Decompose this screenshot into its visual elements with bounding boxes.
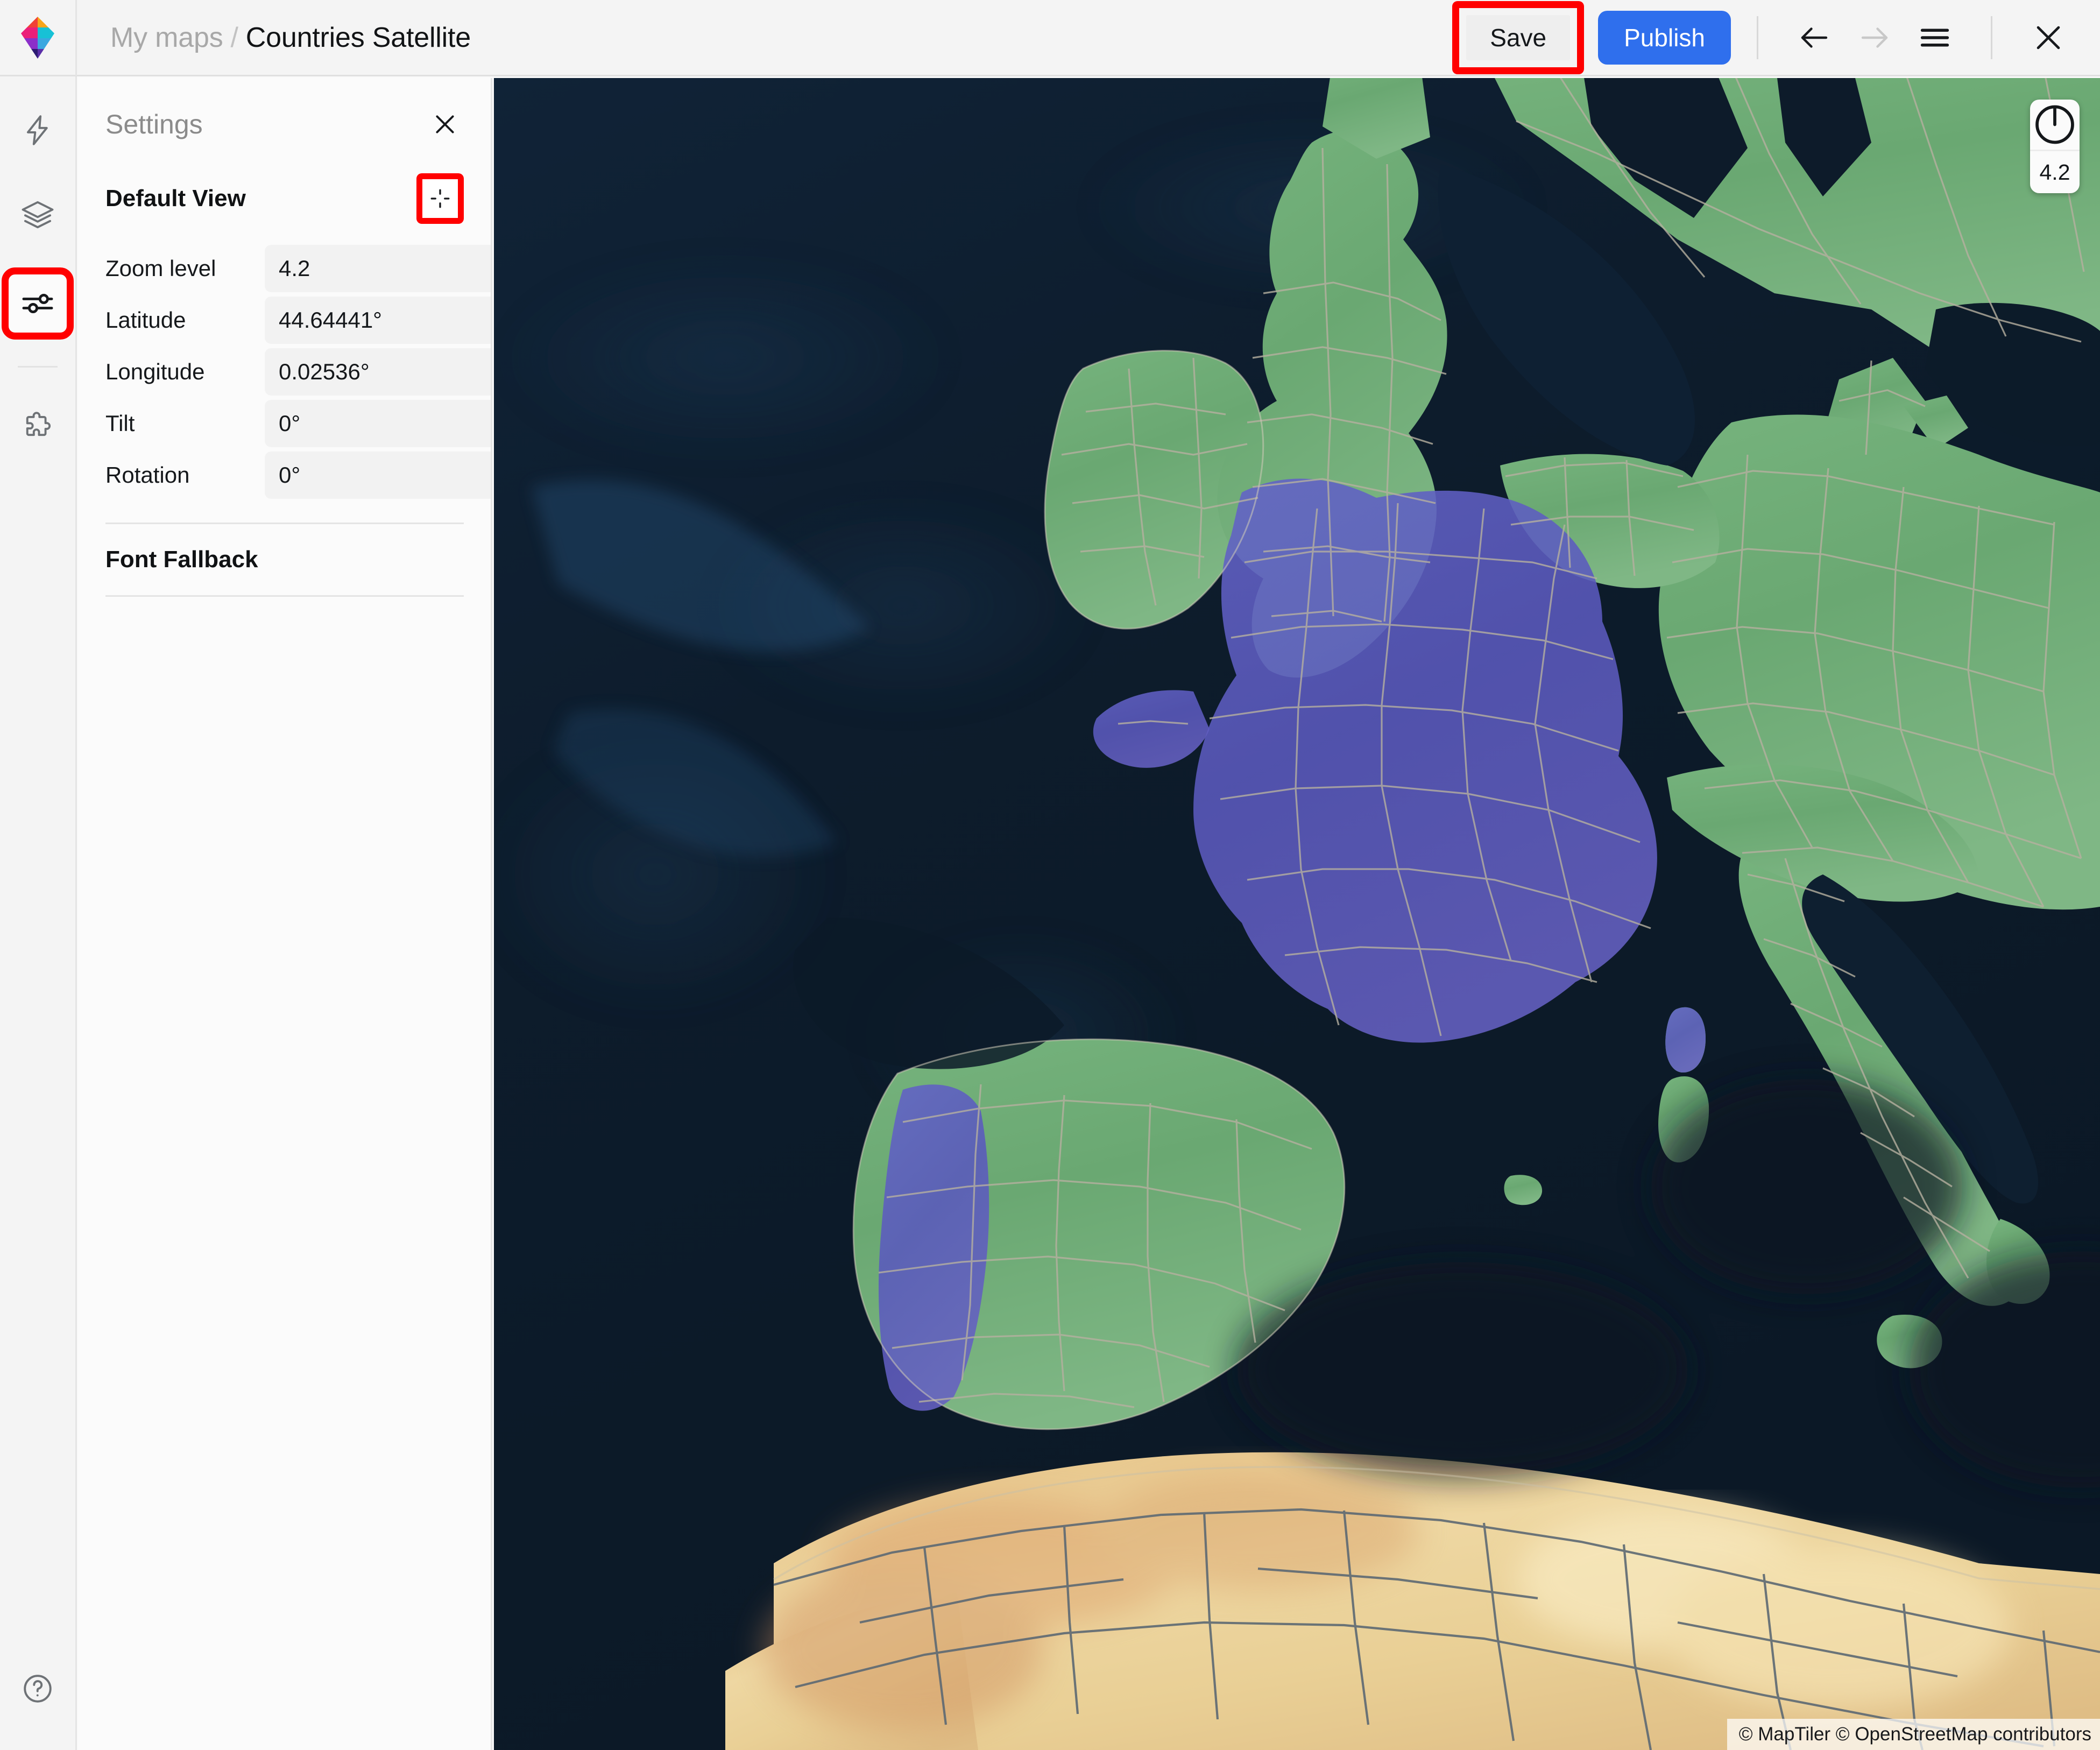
default-view-fields: Zoom level Latitude Longitude Tilt Rotat…	[79, 245, 491, 499]
header-actions: Save Publish	[1452, 0, 2100, 76]
maptiler-pin-logo-icon	[21, 16, 54, 59]
default-view-section-header: Default View	[79, 173, 491, 224]
page-title: Settings	[105, 109, 203, 139]
left-toolbar-rail	[0, 76, 77, 1750]
font-fallback-section[interactable]: Font Fallback	[79, 524, 491, 595]
close-editor-button[interactable]	[2018, 8, 2078, 68]
lightning-bolt-icon	[26, 115, 48, 145]
forward-button[interactable]	[1844, 8, 1905, 68]
settings-panel-header: Settings	[79, 78, 491, 143]
close-panel-button[interactable]	[426, 105, 464, 143]
field-latitude: Latitude	[105, 297, 491, 344]
back-button[interactable]	[1784, 8, 1844, 68]
compass-button[interactable]	[2030, 100, 2080, 151]
rotation-input[interactable]	[265, 451, 491, 499]
save-button-highlight: Save	[1452, 1, 1585, 74]
font-fallback-label: Font Fallback	[105, 546, 258, 573]
sidebar-item-settings[interactable]	[2, 267, 74, 340]
tilt-label: Tilt	[105, 411, 135, 436]
help-circle-icon	[24, 1675, 52, 1703]
map-zoom-widget: 4.2	[2030, 100, 2080, 193]
compass-needle-icon	[2035, 105, 2074, 144]
sidebar-item-plugins[interactable]	[9, 399, 67, 457]
map-canvas[interactable]: 4.2 © MapTiler © OpenStreetMap contribut…	[494, 78, 2100, 1750]
map-attribution[interactable]: © MapTiler © OpenStreetMap contributors	[1727, 1718, 2100, 1750]
close-icon	[436, 115, 454, 133]
longitude-label: Longitude	[105, 359, 205, 384]
puzzle-piece-icon	[26, 412, 51, 436]
breadcrumb-separator: /	[230, 22, 238, 53]
rail-divider	[18, 366, 58, 368]
latitude-label: Latitude	[105, 307, 186, 333]
app-logo[interactable]	[0, 0, 77, 76]
publish-button[interactable]: Publish	[1598, 10, 1731, 65]
app-header: My maps / Countries Satellite Save Publi…	[0, 0, 2100, 76]
hamburger-menu-icon	[1920, 29, 1949, 46]
breadcrumb-current: Countries Satellite	[245, 22, 471, 53]
header-divider-2	[1991, 16, 1992, 59]
map-render	[494, 78, 2100, 1750]
field-longitude: Longitude	[105, 348, 491, 396]
layers-icon	[22, 201, 54, 229]
field-rotation: Rotation	[105, 451, 491, 499]
close-icon	[2037, 26, 2060, 49]
arrow-right-icon	[1861, 27, 1888, 48]
default-view-label: Default View	[105, 185, 246, 211]
settings-panel: Settings Default View Zoom level Latit	[79, 78, 492, 1750]
zoom-level-readout: 4.2	[2039, 159, 2070, 185]
help-button[interactable]	[9, 1660, 67, 1718]
header-divider-1	[1757, 16, 1758, 59]
latitude-input[interactable]	[265, 297, 491, 344]
sliders-settings-icon	[22, 294, 53, 313]
breadcrumb-root[interactable]: My maps	[110, 22, 223, 54]
crosshair-target-icon	[430, 189, 450, 208]
set-default-view-button[interactable]	[416, 173, 464, 224]
menu-button[interactable]	[1905, 8, 1965, 68]
breadcrumb: My maps / Countries Satellite	[110, 22, 471, 54]
zoom-level-input[interactable]	[265, 245, 491, 292]
tilt-input[interactable]	[265, 400, 491, 447]
sidebar-item-layers[interactable]	[9, 186, 67, 244]
field-zoom-level: Zoom level	[105, 245, 491, 292]
save-button[interactable]: Save	[1466, 15, 1571, 60]
sidebar-item-quick-actions[interactable]	[9, 101, 67, 159]
rotation-label: Rotation	[105, 462, 190, 488]
zoom-level-label: Zoom level	[105, 256, 216, 281]
field-tilt: Tilt	[105, 400, 491, 447]
longitude-input[interactable]	[265, 348, 491, 396]
panel-divider-bottom	[105, 595, 464, 597]
arrow-left-icon	[1801, 27, 1828, 48]
